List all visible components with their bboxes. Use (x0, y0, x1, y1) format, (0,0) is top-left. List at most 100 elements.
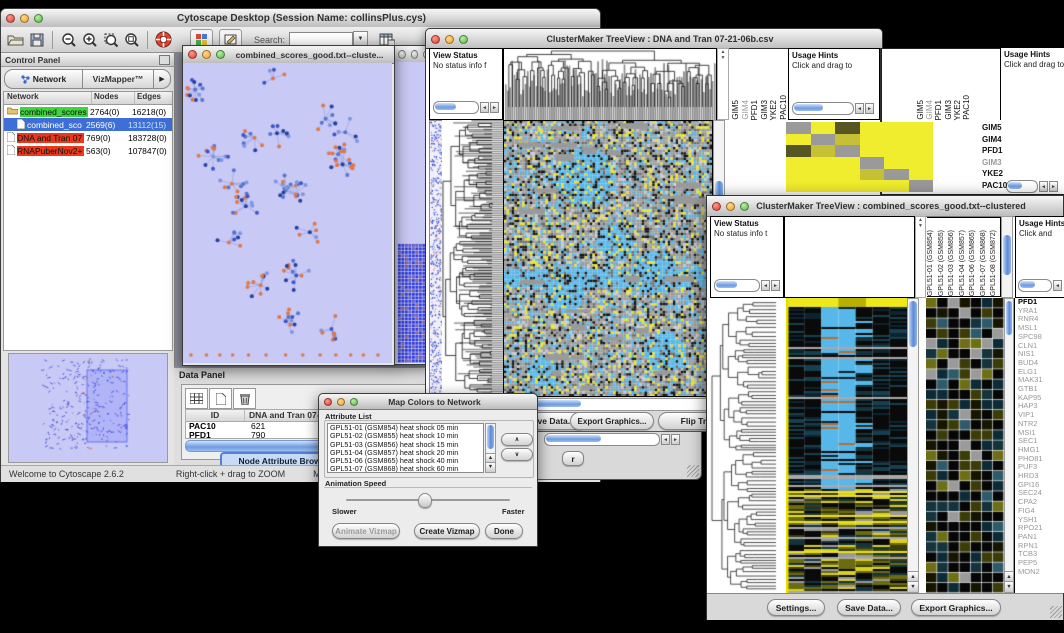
col-header-edges[interactable]: Edges (135, 92, 172, 104)
zoom-window-icon[interactable] (34, 14, 43, 23)
fragment-button[interactable]: r (562, 451, 584, 466)
resize-grip[interactable] (1050, 606, 1062, 618)
treeview1-global-overview-strip[interactable] (429, 120, 443, 397)
move-up-button[interactable]: ∧ (501, 433, 533, 446)
new-attribute-icon[interactable] (209, 388, 232, 409)
column-label[interactable]: GIM4 (741, 100, 750, 120)
fragment-scrollbar[interactable]: ◄► (544, 433, 680, 446)
float-panel-icon[interactable] (159, 55, 170, 65)
tab-overflow-arrow[interactable]: ▶ (154, 70, 170, 88)
column-label[interactable]: GPL51-02 (GSM855) (938, 230, 948, 296)
attribute-list-scrollbar[interactable]: ▲ ▼ (485, 423, 496, 473)
gene-label[interactable]: YKE2 (982, 168, 1042, 180)
gene-label[interactable]: PFD1 (982, 145, 1042, 157)
view-status-scrollbar[interactable]: ◄► (433, 101, 499, 114)
column-label[interactable]: GPL51-08 (GSM872) (990, 230, 1000, 296)
gene-label[interactable]: GIM5 (982, 122, 1042, 134)
treeview2-column-dendrogram-area[interactable] (784, 216, 915, 298)
column-label[interactable]: GIM3 (760, 100, 769, 120)
column-label[interactable]: GPL51-06 (GSM865) (969, 230, 979, 296)
minimize-icon[interactable] (445, 35, 454, 44)
minimize-icon[interactable] (20, 14, 29, 23)
settings-button[interactable]: Settings... (767, 599, 825, 616)
gene-label[interactable]: GIM4 (982, 134, 1042, 146)
col-header-nodes[interactable]: Nodes (92, 92, 135, 104)
column-label[interactable]: PFD1 (750, 100, 759, 120)
close-icon[interactable] (398, 50, 406, 59)
attribute-list-item[interactable]: GPL51-07 (GSM868) heat shock 60 min (328, 465, 483, 473)
gene-label[interactable]: PAC10 (982, 180, 1042, 192)
treeview2-heatmap[interactable] (786, 298, 907, 593)
column-label[interactable]: GPL51-01 (GSM854) (927, 230, 937, 296)
treeview2-heatmap-vscrollbar[interactable]: ▲ ▼ (907, 298, 919, 593)
treeview2-column-labels-scrollbar[interactable] (1001, 216, 1013, 298)
column-label[interactable]: GIM5 (731, 100, 740, 120)
usage-hints-scrollbar[interactable]: ◄ (1018, 279, 1062, 292)
animate-vizmap-button[interactable]: Animate Vizmap (332, 523, 400, 539)
done-button[interactable]: Done (485, 523, 523, 539)
treeview1-dendro-scroll-arrows[interactable]: ▲▼ (717, 48, 729, 120)
close-icon[interactable] (188, 50, 197, 59)
gene-label[interactable]: MON2 (1018, 568, 1064, 577)
scroll-down-icon[interactable]: ▼ (1005, 581, 1013, 592)
view-status-scrollbar[interactable]: ◄► (714, 279, 780, 292)
save-session-icon[interactable] (26, 30, 47, 49)
usage-hints-scrollbar[interactable]: ◄► (792, 102, 874, 115)
main-title-bar[interactable]: Cytoscape Desktop (Session Name: collins… (1, 9, 600, 28)
minimize-icon[interactable] (411, 50, 419, 59)
column-label[interactable]: GPL51-07 (GSM868) (980, 230, 990, 296)
column-label[interactable]: GPL51-04 (GSM857) (959, 230, 969, 296)
id-column-header[interactable]: ID (186, 410, 245, 421)
close-icon[interactable] (6, 14, 15, 23)
speed-slider-thumb[interactable] (418, 493, 432, 508)
close-icon[interactable] (712, 202, 721, 211)
column-label[interactable]: YKE2 (769, 100, 778, 120)
zoom-selected-icon[interactable] (100, 30, 121, 49)
move-down-button[interactable]: ∨ (501, 448, 533, 461)
help-lifesaver-icon[interactable] (153, 30, 174, 49)
resize-grip[interactable] (687, 465, 699, 477)
column-label[interactable]: YKE2 (953, 100, 961, 120)
minimize-icon[interactable] (726, 202, 735, 211)
zoom-window-icon[interactable] (459, 35, 468, 44)
column-label[interactable]: GIM3 (944, 100, 952, 120)
treeview2-zoom-heatmap[interactable] (926, 298, 1004, 593)
treeview1-zoom-matrix[interactable] (786, 122, 933, 192)
save-data-button[interactable]: Save Data... (837, 599, 901, 616)
zoom-window-icon[interactable] (350, 398, 358, 406)
network1-title-bar[interactable]: combined_scores_good.txt--cluste... (183, 46, 394, 64)
column-label[interactable]: PAC10 (962, 95, 970, 120)
network-row[interactable]: RNAPuberNov2+ 563(0) 107847(0) (4, 144, 172, 157)
column-label[interactable]: GIM4 (925, 100, 933, 120)
network-row[interactable]: DNA and Tran 07 769(0) 183728(0) (4, 131, 172, 144)
scroll-down-icon[interactable]: ▼ (486, 462, 495, 472)
treeview1-column-dendrogram[interactable] (503, 48, 717, 122)
open-file-icon[interactable] (5, 30, 26, 49)
treeview2-label-scroll-arrows[interactable]: ▲▼ (915, 216, 926, 298)
treeview1-gene-dendrogram[interactable] (442, 120, 503, 395)
tab-vizmapper[interactable]: VizMapper™ (83, 70, 154, 88)
network1-canvas[interactable] (183, 63, 392, 363)
treeview2-gene-dendrogram[interactable] (710, 298, 784, 593)
treeview1-title-bar[interactable]: ClusterMaker TreeView : DNA and Tran 07-… (425, 28, 883, 50)
treeview2-title-bar[interactable]: ClusterMaker TreeView : combined_scores_… (707, 196, 1063, 217)
zoom-in-icon[interactable] (79, 30, 100, 49)
select-attributes-icon[interactable] (185, 388, 208, 409)
column-label[interactable]: PFD1 (934, 100, 942, 120)
dialog-title-bar[interactable]: Map Colors to Network (319, 394, 537, 410)
zoom-out-icon[interactable] (58, 30, 79, 49)
column-label[interactable]: GPL51-03 (GSM856) (948, 230, 958, 296)
tab-network[interactable]: Network (5, 70, 83, 88)
network-row[interactable]: combined_scores 2764(0) 16218(0) (4, 105, 172, 118)
treeview1-heatmap[interactable] (503, 120, 713, 397)
export-graphics-button[interactable]: Export Graphics... (911, 599, 1001, 616)
export-graphics-button[interactable]: Export Graphics... (570, 412, 654, 430)
column-label[interactable]: PAC10 (779, 95, 788, 120)
zoom-window-icon[interactable] (216, 50, 225, 59)
minimize-icon[interactable] (202, 50, 211, 59)
treeview2-zoom-vscrollbar[interactable]: ▲ ▼ (1004, 298, 1014, 593)
network-row-selected[interactable]: combined_sco 2569(6) 13112(15) (4, 118, 172, 131)
network-overview-thumbnail[interactable] (8, 353, 168, 463)
scroll-down-icon[interactable]: ▼ (908, 581, 918, 592)
gene-label[interactable]: GIM3 (982, 157, 1042, 169)
